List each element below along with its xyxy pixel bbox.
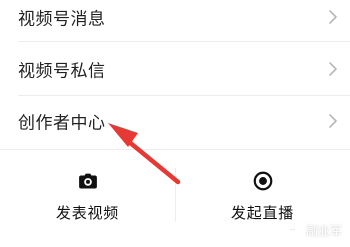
menu-item-creator-center[interactable]: 创作者中心 — [0, 96, 350, 146]
chevron-right-icon — [329, 62, 337, 76]
menu-divider — [18, 41, 350, 42]
menu-item-channels-messages[interactable]: 视频号消息 — [0, 0, 350, 42]
watermark: 副业军 — [286, 222, 342, 239]
menu-item-label: 视频号私信 — [18, 61, 106, 82]
chevron-right-icon — [329, 10, 337, 24]
publish-video-button[interactable]: 发表视频 — [0, 150, 175, 240]
channels-menu-card: 视频号消息 视频号私信 创作者中心 发表视频 发起直播 副业军 — [0, 0, 350, 247]
menu-item-label: 视频号消息 — [18, 9, 106, 30]
watermark-text: 副业军 — [305, 224, 342, 238]
publish-video-label: 发表视频 — [55, 204, 120, 222]
camera-icon — [78, 173, 97, 189]
chevron-right-icon — [329, 114, 337, 128]
start-live-label: 发起直播 — [230, 204, 295, 222]
wechat-icon — [287, 225, 301, 235]
live-record-icon — [253, 171, 272, 191]
menu-item-label: 创作者中心 — [18, 113, 106, 134]
menu-item-channels-private-messages[interactable]: 视频号私信 — [0, 44, 350, 94]
